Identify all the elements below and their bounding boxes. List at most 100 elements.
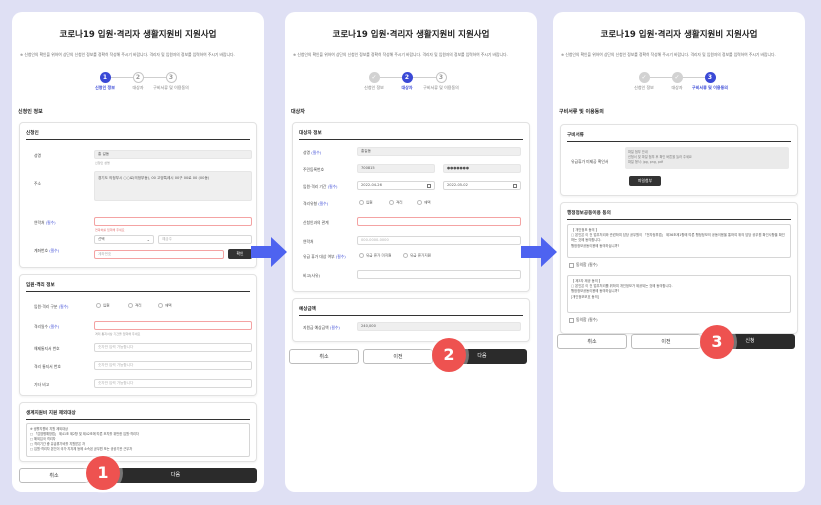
step-badge-3: 3 <box>700 325 734 359</box>
target-card: 대상자 정보 성명 (필수) 홍길동 주민등록번호 700815 ●●●●●●●… <box>292 122 530 292</box>
intro-text: ※ 신청인의 확인을 위하여 상단의 신청인 정보를 정확히 작성해 주시기 바… <box>20 52 235 57</box>
chevron-down-icon: ⌄ <box>146 237 150 242</box>
account-input[interactable]: 계좌번호 <box>94 250 224 259</box>
radio-home[interactable]: 재택 <box>158 303 172 309</box>
date-to-input[interactable]: 2022-05-02 <box>443 181 521 190</box>
notice-no-input[interactable]: 숫자만 입력 가능합니다 <box>94 361 252 370</box>
cancel-button[interactable]: 취소 <box>557 334 627 349</box>
relation-input[interactable] <box>357 217 521 226</box>
doc-label: 유급휴가 미제공 확인서 <box>571 159 609 164</box>
exclusion-card: 생계지원비 지원 제외대상 ※ 생활지원비 지원 제외대상 □ 「감염병예방법」… <box>19 402 257 462</box>
phone-input[interactable]: 000-0000-0000 <box>357 236 521 245</box>
agree-checkbox-1[interactable]: 동의함 (필수) <box>569 262 598 268</box>
release-no-label: 해제통지서 번호 <box>34 346 60 351</box>
etc-label: 기타 비고 <box>34 382 50 387</box>
consent-card: 행정정보공동이용 동의 【 개인정보 동의 】 □ 본인은 이 건 업무처리와 … <box>560 202 798 334</box>
page-title: 코로나19 입원·격리자 생활지원비 지원사업 <box>600 30 758 40</box>
bank-select[interactable]: 선택 ⌄ <box>94 235 154 244</box>
applicant-card: 신청인 성명 홍 길동 신청인 성명 주소 경기도 의정부시 ○○로(의정부동)… <box>19 122 257 268</box>
type-label: 입원·격리 구분 (필수) <box>34 304 69 309</box>
period-label: 입원·격리 기간 (필수) <box>303 184 338 189</box>
cancel-button[interactable]: 취소 <box>19 468 89 483</box>
rrn-front-field[interactable]: 700815 <box>357 164 435 173</box>
radio-no-vacation[interactable]: 유급 휴가 미지원 <box>359 253 391 259</box>
prev-button[interactable]: 이전 <box>631 334 701 349</box>
phone-label: 연락처 (필수) <box>34 220 56 225</box>
amount-label: 지원금 예상금액 (필수) <box>303 325 340 330</box>
step-3: 3 구비서류 및 이용동의 <box>153 72 189 90</box>
form-panel-step2: 코로나19 입원·격리자 생활지원비 지원사업 ※ 신청인의 확인을 위하여 상… <box>285 12 537 492</box>
consent-notice-1: 【 개인정보 동의 】 □ 본인은 이 건 업무처리와 관련하여 담당 공무원이… <box>567 224 791 258</box>
step-3: 3 구비서류 및 이용동의 <box>423 72 459 90</box>
phone-label: 연락처 <box>303 239 314 244</box>
step-badge-2: 2 <box>432 338 466 372</box>
name-field[interactable]: 홍 길동 <box>94 150 252 159</box>
page-title: 코로나19 입원·격리자 생활지원비 지원사업 <box>332 30 490 40</box>
rrn-label: 주민등록번호 <box>303 167 324 172</box>
phone-hint: 연락처를 입력해 주세요 <box>95 228 125 232</box>
step-indicator: ✓ 신청인 정보 2 대상자 3 구비서류 및 이용동의 <box>285 72 537 100</box>
form-panel-step1: 코로나19 입원·격리자 생활지원비 지원사업 ※ 신청인의 확인을 위하여 상… <box>12 12 264 492</box>
name-label: 성명 (필수) <box>303 150 322 155</box>
step-3: 3 구비서류 및 이용동의 <box>692 72 728 90</box>
card-title: 신청인 <box>26 131 39 136</box>
radio-isolate[interactable]: 격리 <box>389 200 403 206</box>
documents-card: 구비서류 유급휴가 미제공 확인서 파일 첨부 안내 신청서 및 파일 첨부 후… <box>560 124 798 196</box>
consent-notice-2: 【 제3자 제공 동의 】 □ 본인은 이 건 업무처리를 위하여 개인정보가 … <box>567 275 791 313</box>
page-title: 코로나19 입원·격리자 생활지원비 지원사업 <box>59 30 217 40</box>
card-title: 예상금액 <box>299 307 316 312</box>
radio-isolate[interactable]: 격리 <box>128 303 142 309</box>
radio-vacation[interactable]: 유급 휴가지원 <box>403 253 431 259</box>
type-label: 격리유형 (필수) <box>303 201 329 206</box>
exclusion-notice: ※ 생활지원비 지원 제외대상 □ 「감염병예방법」 제41조 제2항 및 제4… <box>26 423 250 457</box>
cancel-button[interactable]: 취소 <box>289 349 359 364</box>
card-title: 입원·격리 정보 <box>26 283 55 288</box>
amount-card: 예상금액 지원금 예상금액 (필수) 240,000 <box>292 298 530 342</box>
step-indicator: ✓ 신청인 정보 ✓ 대상자 3 구비서류 및 이용동의 <box>553 72 805 100</box>
relation-label: 신청인과의 관계 <box>303 220 329 225</box>
calendar-icon <box>427 183 431 188</box>
days-input[interactable] <box>94 321 252 330</box>
form-panel-step3: 코로나19 입원·격리자 생활지원비 지원사업 ※ 신청인의 확인을 위하여 상… <box>553 12 805 492</box>
calendar-icon <box>513 183 517 188</box>
note-input[interactable] <box>357 270 521 279</box>
holder-input[interactable]: 예금주 <box>158 235 252 244</box>
account-label: 계좌번호 (필수) <box>34 248 60 253</box>
upload-button[interactable]: 파일첨부 <box>629 176 661 186</box>
name-label: 성명 <box>34 153 41 158</box>
intro-text: ※ 신청인의 확인을 위하여 상단의 신청인 정보를 정확히 작성해 주시기 바… <box>293 52 508 57</box>
section-title: 대상자 <box>291 109 305 115</box>
prev-button[interactable]: 이전 <box>363 349 433 364</box>
card-title: 생계지원비 지원 제외대상 <box>26 411 76 416</box>
card-title: 행정정보공동이용 동의 <box>567 211 611 216</box>
rrn-back-field[interactable]: ●●●●●●● <box>443 164 521 173</box>
radio-home[interactable]: 재택 <box>417 200 431 206</box>
section-title: 신청인 정보 <box>18 109 43 115</box>
agree-checkbox-2[interactable]: 동의함 (필수) <box>569 317 598 323</box>
reason-label: 격리일수 (필수) <box>34 324 60 329</box>
radio-admit[interactable]: 입원 <box>359 200 373 206</box>
arrow-right-icon <box>521 237 557 267</box>
name-field[interactable]: 홍길동 <box>357 147 521 156</box>
address-field[interactable]: 경기도 의정부시 ○○로(의정부동), 00 고양특례시 00구 00로 00 … <box>94 171 252 201</box>
card-title: 대상자 정보 <box>299 131 322 136</box>
step-indicator: 1 신청인 정보 2 대상자 3 구비서류 및 이용동의 <box>12 72 264 100</box>
etc-input[interactable]: 숫자만 입력 가능합니다 <box>94 379 252 388</box>
section-title: 구비서류 및 이용동의 <box>559 109 604 115</box>
phone-input[interactable] <box>94 217 252 226</box>
intro-text: ※ 신청인의 확인을 위하여 상단의 신청인 정보를 정확히 작성해 주시기 바… <box>561 52 776 57</box>
name-hint: 신청인 성명 <box>95 161 110 165</box>
release-no-input[interactable]: 숫자만 입력 가능합니다 <box>94 343 252 352</box>
note-label: 비고(사유) <box>303 273 320 278</box>
upload-area[interactable]: 파일 첨부 안내 신청서 및 파일 첨부 후 확인 버튼을 눌러 주세요 파일 … <box>625 147 789 169</box>
date-from-input[interactable]: 2022-04-26 <box>357 181 435 190</box>
days-hint: 격리 통지서상 기간을 입력해 주세요 <box>95 332 141 336</box>
notice-no-label: 격리 통지서 번호 <box>34 364 61 369</box>
arrow-right-icon <box>251 237 287 267</box>
radio-admit[interactable]: 입원 <box>96 303 110 309</box>
card-title: 구비서류 <box>567 133 584 138</box>
admission-card: 입원·격리 정보 입원·격리 구분 (필수) 입원 격리 재택 격리일수 (필수… <box>19 274 257 396</box>
amount-field: 240,000 <box>357 322 521 331</box>
vacation-label: 유급 휴가 대상 여부 (필수) <box>303 254 346 259</box>
address-label: 주소 <box>34 181 41 186</box>
